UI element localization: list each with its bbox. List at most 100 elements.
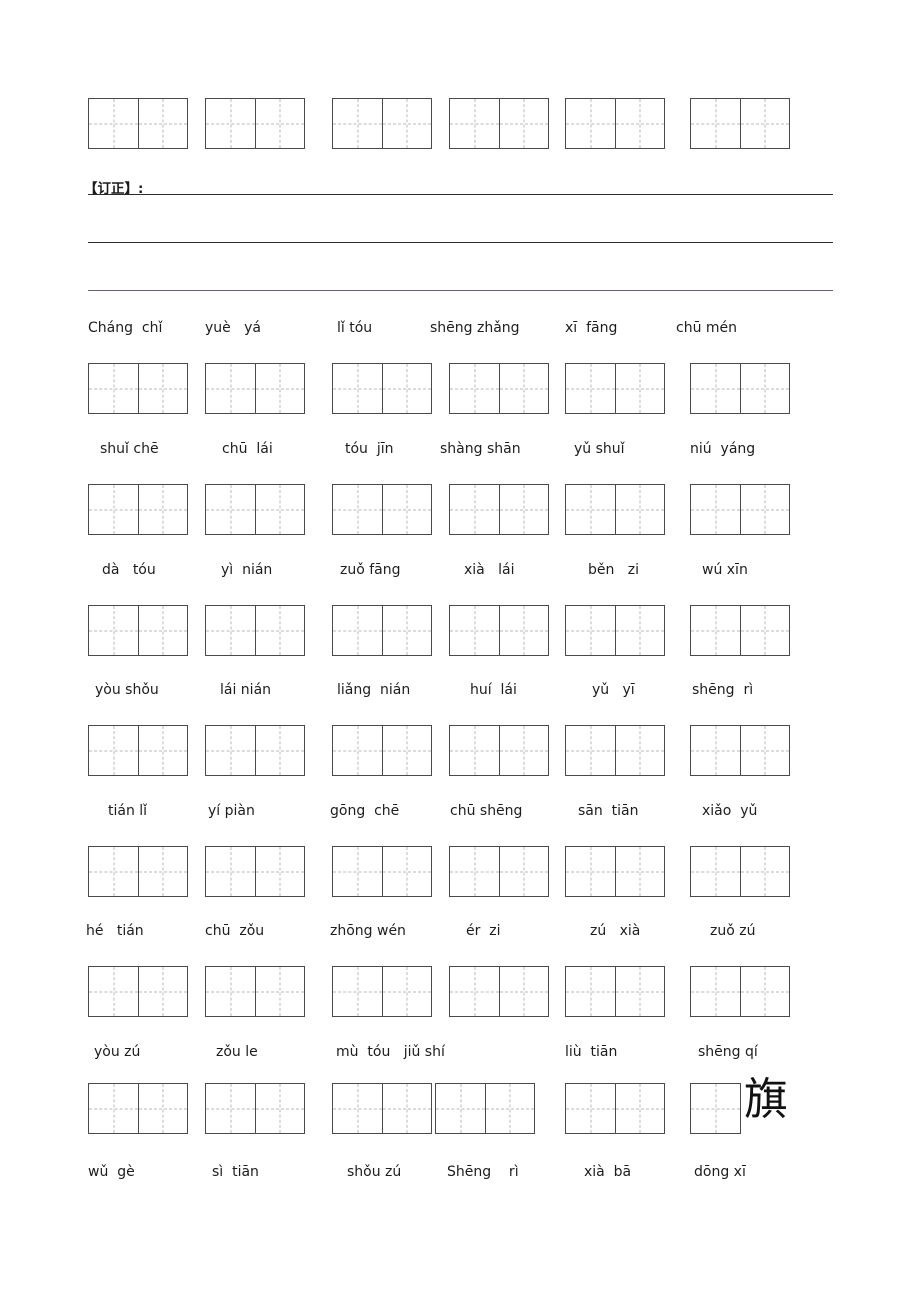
grid-cell[interactable] <box>89 485 138 534</box>
grid-cell[interactable] <box>382 364 431 413</box>
character-grid-box[interactable] <box>449 966 549 1017</box>
grid-cell[interactable] <box>691 726 740 775</box>
character-grid-box[interactable] <box>205 846 305 897</box>
grid-cell[interactable] <box>691 967 740 1016</box>
grid-cell[interactable] <box>333 364 382 413</box>
grid-cell[interactable] <box>615 967 664 1016</box>
grid-cell[interactable] <box>691 606 740 655</box>
grid-cell[interactable] <box>691 847 740 896</box>
grid-cell[interactable] <box>740 99 789 148</box>
character-grid-box[interactable] <box>332 605 432 656</box>
grid-cell[interactable] <box>382 606 431 655</box>
grid-cell[interactable] <box>138 726 187 775</box>
top-grid-box[interactable] <box>449 98 549 149</box>
grid-cell[interactable] <box>206 1084 255 1133</box>
grid-cell[interactable] <box>450 99 499 148</box>
character-grid-box[interactable] <box>332 363 432 414</box>
grid-cell[interactable] <box>382 967 431 1016</box>
grid-cell[interactable] <box>485 1084 534 1133</box>
character-grid-box[interactable] <box>205 605 305 656</box>
grid-cell[interactable] <box>206 606 255 655</box>
grid-cell[interactable] <box>740 606 789 655</box>
character-grid-box[interactable] <box>449 363 549 414</box>
character-grid-box[interactable] <box>332 725 432 776</box>
grid-cell[interactable] <box>382 485 431 534</box>
grid-cell[interactable] <box>436 1084 485 1133</box>
grid-cell[interactable] <box>206 726 255 775</box>
grid-cell[interactable] <box>691 485 740 534</box>
top-grid-box[interactable] <box>332 98 432 149</box>
grid-cell[interactable] <box>89 364 138 413</box>
character-grid-box[interactable] <box>332 1083 432 1134</box>
character-grid-box[interactable] <box>332 484 432 535</box>
grid-cell[interactable] <box>499 726 548 775</box>
grid-cell[interactable] <box>255 847 304 896</box>
top-grid-box[interactable] <box>690 98 790 149</box>
grid-cell[interactable] <box>333 726 382 775</box>
grid-cell[interactable] <box>138 364 187 413</box>
grid-cell[interactable] <box>615 847 664 896</box>
grid-cell[interactable] <box>333 606 382 655</box>
grid-cell[interactable] <box>89 99 138 148</box>
grid-cell[interactable] <box>566 364 615 413</box>
character-grid-box[interactable] <box>690 966 790 1017</box>
grid-cell[interactable] <box>740 726 789 775</box>
grid-cell[interactable] <box>499 967 548 1016</box>
grid-cell[interactable] <box>566 606 615 655</box>
grid-cell[interactable] <box>691 99 740 148</box>
character-grid-box[interactable] <box>88 605 188 656</box>
grid-cell[interactable] <box>382 726 431 775</box>
grid-cell[interactable] <box>450 485 499 534</box>
character-grid-box[interactable] <box>205 484 305 535</box>
character-grid-box[interactable] <box>205 966 305 1017</box>
grid-cell[interactable] <box>255 1084 304 1133</box>
character-grid-box[interactable] <box>332 966 432 1017</box>
grid-cell[interactable] <box>206 967 255 1016</box>
grid-cell[interactable] <box>450 847 499 896</box>
grid-cell[interactable] <box>255 485 304 534</box>
character-grid-box[interactable] <box>565 966 665 1017</box>
character-grid-box[interactable] <box>88 966 188 1017</box>
character-grid-box[interactable] <box>690 484 790 535</box>
grid-cell[interactable] <box>138 99 187 148</box>
grid-cell[interactable] <box>499 847 548 896</box>
grid-cell[interactable] <box>333 99 382 148</box>
grid-cell[interactable] <box>615 726 664 775</box>
character-grid-box[interactable] <box>690 363 790 414</box>
grid-cell[interactable] <box>615 364 664 413</box>
grid-cell[interactable] <box>499 99 548 148</box>
grid-cell[interactable] <box>499 606 548 655</box>
grid-cell[interactable] <box>499 364 548 413</box>
grid-cell[interactable] <box>691 364 740 413</box>
grid-cell[interactable] <box>138 847 187 896</box>
grid-cell[interactable] <box>138 485 187 534</box>
character-grid-box[interactable] <box>565 1083 665 1134</box>
grid-cell[interactable] <box>206 99 255 148</box>
grid-cell[interactable] <box>740 847 789 896</box>
grid-cell[interactable] <box>615 1084 664 1133</box>
grid-cell[interactable] <box>615 99 664 148</box>
grid-cell[interactable] <box>206 485 255 534</box>
grid-cell[interactable] <box>450 364 499 413</box>
character-grid-box[interactable] <box>88 363 188 414</box>
grid-cell[interactable] <box>740 364 789 413</box>
grid-cell[interactable] <box>89 726 138 775</box>
grid-cell[interactable] <box>566 485 615 534</box>
character-grid-box[interactable] <box>565 605 665 656</box>
character-grid-box[interactable] <box>690 846 790 897</box>
character-grid-box[interactable] <box>690 1083 741 1134</box>
grid-cell[interactable] <box>333 485 382 534</box>
character-grid-box[interactable] <box>435 1083 535 1134</box>
grid-cell[interactable] <box>566 847 615 896</box>
character-grid-box[interactable] <box>88 846 188 897</box>
grid-cell[interactable] <box>566 967 615 1016</box>
grid-cell[interactable] <box>89 967 138 1016</box>
grid-cell[interactable] <box>740 967 789 1016</box>
grid-cell[interactable] <box>255 606 304 655</box>
grid-cell[interactable] <box>333 847 382 896</box>
grid-cell[interactable] <box>255 726 304 775</box>
grid-cell[interactable] <box>138 1084 187 1133</box>
grid-cell[interactable] <box>450 967 499 1016</box>
grid-cell[interactable] <box>206 847 255 896</box>
character-grid-box[interactable] <box>88 1083 188 1134</box>
